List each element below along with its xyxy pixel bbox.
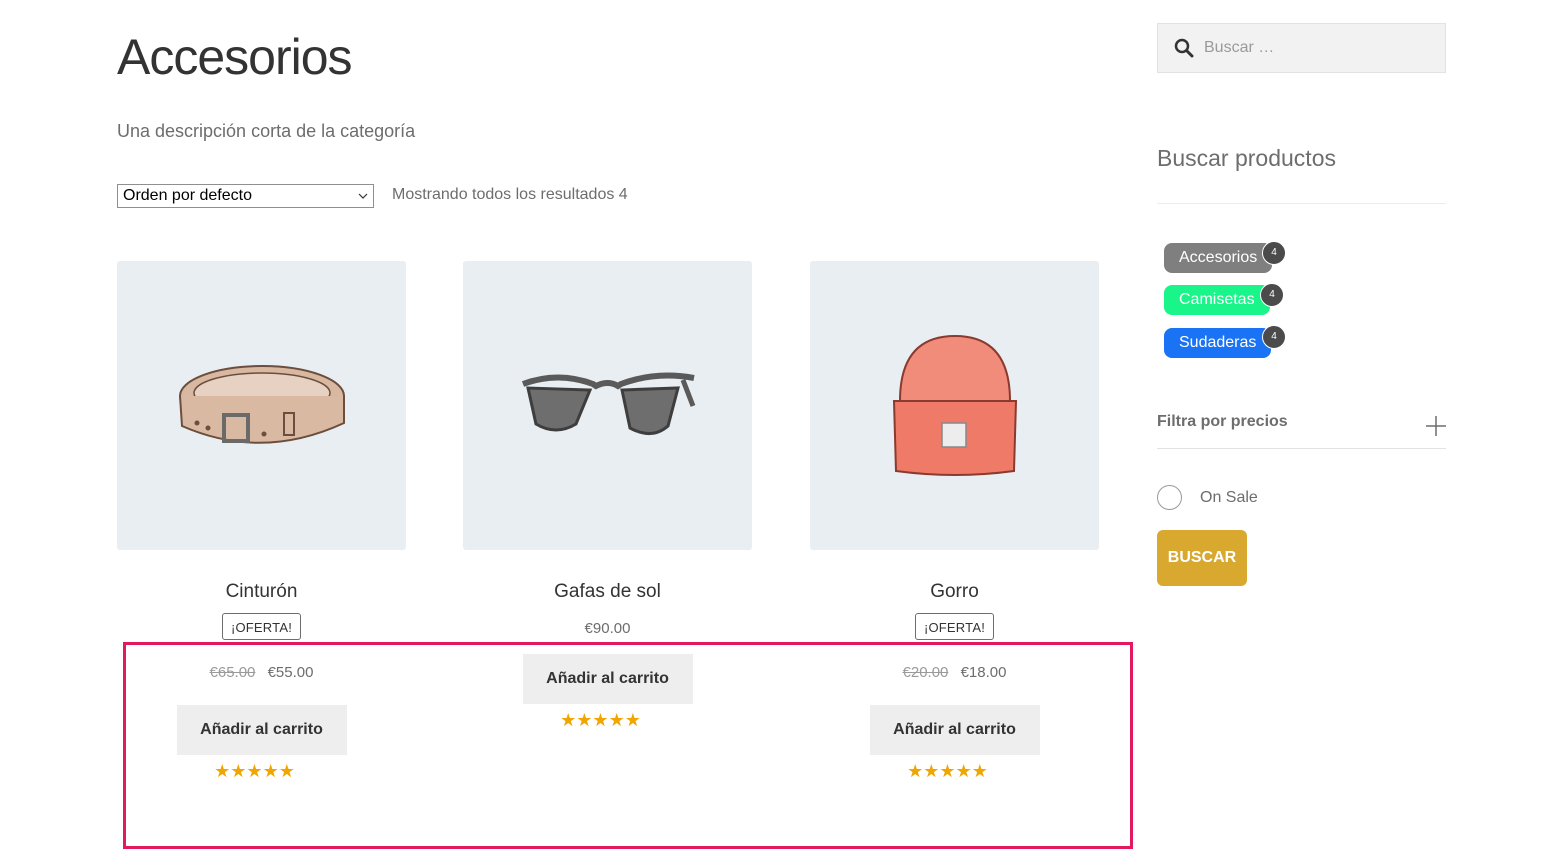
on-sale-checkbox[interactable] xyxy=(1157,485,1182,510)
category-pill-accesorios[interactable]: Accesorios xyxy=(1164,243,1273,273)
search-input[interactable] xyxy=(1204,39,1424,57)
divider xyxy=(1157,203,1446,204)
product-name[interactable]: Gafas de sol xyxy=(463,581,752,603)
rating-stars: ★★★★★ xyxy=(907,761,988,781)
orderby-selected-value: Orden por defecto xyxy=(123,187,252,204)
divider xyxy=(1157,448,1446,449)
belt-illustration xyxy=(178,364,345,444)
add-to-cart-button[interactable]: Añadir al carrito xyxy=(176,705,347,755)
search-icon xyxy=(1174,38,1194,58)
add-to-cart-button[interactable]: Añadir al carrito xyxy=(869,705,1040,755)
category-pill-sudaderas[interactable]: Sudaderas xyxy=(1164,328,1272,358)
search-box xyxy=(1157,23,1446,73)
plus-icon[interactable] xyxy=(1424,414,1448,438)
product-name[interactable]: Cinturón xyxy=(117,581,406,603)
category-label: Sudaderas xyxy=(1179,334,1257,351)
category-description: Una descripción corta de la categoría xyxy=(117,121,416,141)
regular-price: €65.00 xyxy=(209,664,256,681)
sale-badge: ¡Oferta! xyxy=(914,613,995,640)
rating-stars: ★★★★★ xyxy=(214,761,295,781)
rating-stars: ★★★★★ xyxy=(560,710,641,730)
chevron-down-icon xyxy=(358,193,368,199)
sale-price: €55.00 xyxy=(267,664,314,681)
sale-badge: ¡Oferta! xyxy=(221,613,302,640)
product-price: €90.00 xyxy=(584,620,631,637)
category-count-badge: 4 xyxy=(1262,325,1286,349)
page-title: Accesorios xyxy=(117,29,353,85)
price-filter-title[interactable]: Filtra por precios xyxy=(1157,413,1288,431)
category-count-badge: 4 xyxy=(1262,241,1286,265)
category-pill-camisetas[interactable]: Camisetas xyxy=(1164,285,1270,315)
product-card-gorro: Gorro ¡Oferta! €20.00 €18.00 Añadir al c… xyxy=(810,261,1099,782)
regular-price: €20.00 xyxy=(902,664,949,681)
beanie-illustration xyxy=(892,334,1017,476)
add-to-cart-button[interactable]: Añadir al carrito xyxy=(522,654,693,704)
category-count-badge: 4 xyxy=(1260,283,1284,307)
category-label: Accesorios xyxy=(1179,249,1258,266)
orderby-select[interactable]: Orden por defecto xyxy=(117,184,374,208)
product-card-gafas: Gafas de sol €90.00 Añadir al carrito ★★… xyxy=(463,261,752,731)
sunglasses-illustration xyxy=(521,372,695,435)
widget-title: Buscar productos xyxy=(1157,145,1336,171)
product-image-beanie[interactable] xyxy=(810,261,1099,550)
sale-price: €18.00 xyxy=(960,664,1007,681)
search-button[interactable]: Buscar xyxy=(1157,530,1247,586)
on-sale-label[interactable]: On Sale xyxy=(1200,489,1258,507)
result-count: Mostrando todos los resultados 4 xyxy=(392,186,628,203)
product-price: €65.00 €55.00 xyxy=(117,664,406,681)
product-name[interactable]: Gorro xyxy=(810,581,1099,603)
category-label: Camisetas xyxy=(1179,291,1255,308)
product-image-sunglasses[interactable] xyxy=(463,261,752,550)
product-image-belt[interactable] xyxy=(117,261,406,550)
product-price: €20.00 €18.00 xyxy=(810,664,1099,681)
product-card-cinturon: Cinturón ¡Oferta! €65.00 €55.00 Añadir a… xyxy=(117,261,406,782)
